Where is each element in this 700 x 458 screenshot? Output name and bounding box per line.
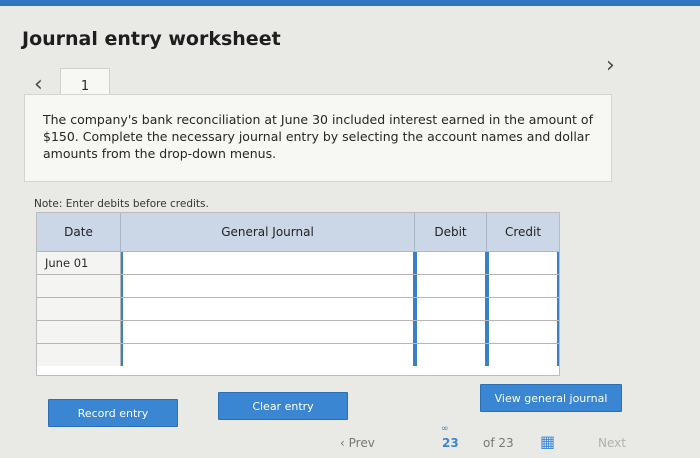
date-cell: June 01 [37,252,121,274]
column-header-general-journal: General Journal [121,213,415,251]
record-entry-button[interactable]: Record entry [48,399,178,427]
table-header: Date General Journal Debit Credit [37,213,559,251]
date-cell [37,344,121,366]
link-icon: ∞ [441,424,449,434]
table-row [37,343,559,366]
account-select[interactable] [121,252,415,274]
page-title: Journal entry worksheet [22,28,281,50]
step-number: 1 [80,79,90,94]
current-page: 23 [442,436,459,450]
grid-icon[interactable]: ▦ [540,432,555,451]
table-row [37,320,559,343]
credit-input[interactable] [487,275,559,297]
prev-button[interactable]: ‹ Prev [340,436,375,450]
note-text: Note: Enter debits before credits. [34,198,209,210]
account-select[interactable] [121,275,415,297]
prev-label: Prev [348,436,375,450]
view-general-journal-button[interactable]: View general journal [480,384,622,412]
clear-entry-button[interactable]: Clear entry [218,392,348,420]
credit-input[interactable] [487,344,559,366]
instructions-text: The company's bank reconciliation at Jun… [43,112,593,161]
credit-input[interactable] [487,321,559,343]
credit-input[interactable] [487,298,559,320]
debit-input[interactable] [415,252,487,274]
column-header-debit: Debit [415,213,487,251]
chevron-right-icon[interactable]: › [606,55,615,77]
account-select[interactable] [121,321,415,343]
page-total: of 23 [483,436,514,450]
chevron-left-icon[interactable]: ‹ [34,74,43,96]
instructions-panel: The company's bank reconciliation at Jun… [24,94,612,182]
top-accent-bar [0,0,700,6]
debit-input[interactable] [415,298,487,320]
date-cell [37,298,121,320]
column-header-date: Date [37,213,121,251]
column-header-credit: Credit [504,225,542,239]
table-row [37,274,559,297]
table-row [37,297,559,320]
debit-input[interactable] [415,321,487,343]
debit-input[interactable] [415,275,487,297]
account-select[interactable] [121,344,415,366]
journal-table: Date General Journal Debit Credit June 0… [36,212,560,376]
credit-input[interactable] [487,252,559,274]
account-select[interactable] [121,298,415,320]
table-row: June 01 [37,251,559,274]
debit-input[interactable] [415,344,487,366]
next-button[interactable]: Next [598,436,626,450]
date-cell [37,321,121,343]
chevron-left-icon: ‹ [340,436,349,450]
date-cell [37,275,121,297]
